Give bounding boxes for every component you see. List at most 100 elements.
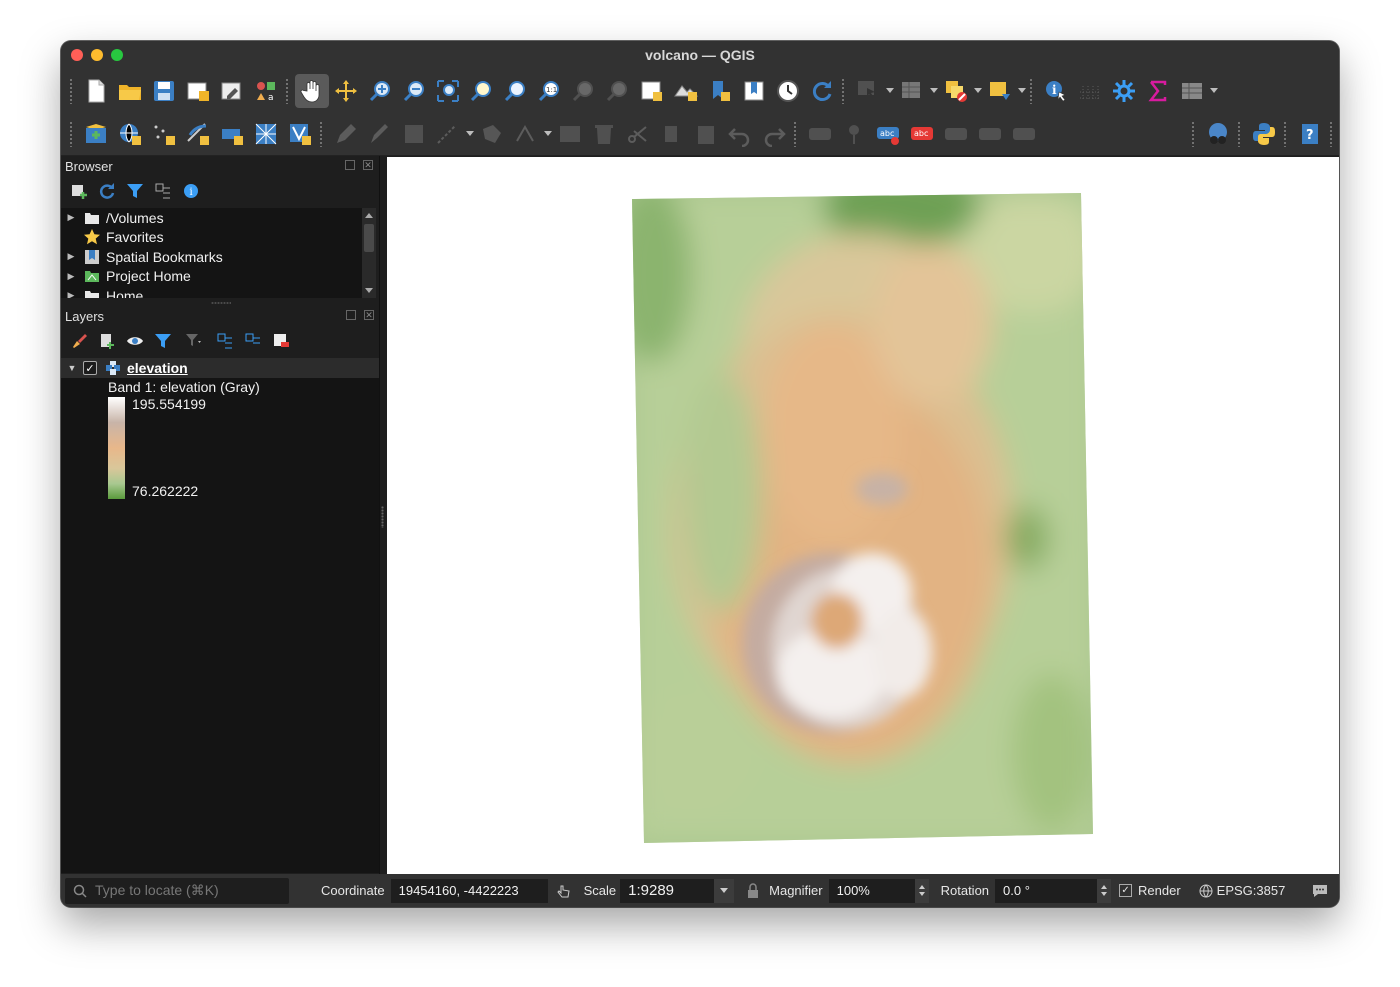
label-toolbar-button[interactable] bbox=[803, 117, 837, 151]
add-delimited-text-button[interactable] bbox=[215, 117, 249, 151]
deselect-features-button[interactable] bbox=[939, 74, 973, 108]
maximize-window-button[interactable] bbox=[111, 49, 123, 61]
digitize-dropdown[interactable] bbox=[465, 117, 475, 151]
help-button[interactable]: ? bbox=[1293, 117, 1327, 151]
add-polygon-feature-button[interactable] bbox=[475, 117, 509, 151]
close-window-button[interactable] bbox=[71, 49, 83, 61]
layer-name[interactable]: elevation bbox=[127, 360, 188, 376]
expand-arrow-icon[interactable]: ▶ bbox=[61, 290, 81, 298]
delete-selected-button[interactable] bbox=[587, 117, 621, 151]
style-manager-button[interactable]: a bbox=[249, 74, 283, 108]
show-layout-button[interactable] bbox=[1175, 74, 1209, 108]
add-group-button[interactable] bbox=[95, 329, 119, 353]
move-label-button[interactable] bbox=[939, 117, 973, 151]
select-by-value-dropdown[interactable] bbox=[1017, 74, 1027, 108]
toolbar-grip[interactable] bbox=[1283, 120, 1287, 147]
manage-map-themes-button[interactable] bbox=[123, 329, 147, 353]
remove-layer-button[interactable] bbox=[269, 329, 293, 353]
save-edits-button[interactable] bbox=[397, 117, 431, 151]
collapse-all-button[interactable] bbox=[151, 179, 175, 203]
browser-scrollbar[interactable] bbox=[362, 208, 376, 298]
layout-manager-button[interactable] bbox=[215, 74, 249, 108]
pin-labels-button[interactable] bbox=[837, 117, 871, 151]
float-panel-button[interactable] bbox=[346, 310, 356, 320]
toolbar-grip[interactable] bbox=[793, 120, 797, 147]
render-checkbox[interactable]: ✓ bbox=[1119, 884, 1133, 897]
messages-icon[interactable] bbox=[1311, 883, 1329, 899]
toolbar-grip[interactable] bbox=[1191, 120, 1195, 147]
globe-crs-icon[interactable] bbox=[1199, 884, 1213, 898]
expand-arrow-icon[interactable]: ▶ bbox=[61, 212, 81, 223]
rotate-label-button[interactable] bbox=[973, 117, 1007, 151]
deselect-dropdown[interactable] bbox=[973, 74, 983, 108]
show-layout-dropdown[interactable] bbox=[1209, 74, 1219, 108]
scroll-up-arrow-icon[interactable] bbox=[365, 213, 373, 218]
scale-dropdown-arrow-icon[interactable] bbox=[714, 878, 735, 903]
close-panel-button[interactable]: ✕ bbox=[363, 160, 373, 170]
properties-button[interactable]: i bbox=[179, 179, 203, 203]
browser-item-spatial-bookmarks[interactable]: ▶ Spatial Bookmarks bbox=[61, 247, 376, 267]
filter-legend-button[interactable] bbox=[151, 329, 175, 353]
magnifier-field[interactable]: 100% bbox=[828, 878, 915, 903]
scrollbar-thumb[interactable] bbox=[364, 224, 374, 252]
toggle-editing-button[interactable] bbox=[363, 117, 397, 151]
toolbar-grip[interactable] bbox=[1029, 77, 1033, 104]
filter-browser-button[interactable] bbox=[123, 179, 147, 203]
expand-arrow-icon[interactable]: ▶ bbox=[61, 271, 81, 282]
open-project-button[interactable] bbox=[113, 74, 147, 108]
current-edits-button[interactable] bbox=[329, 117, 363, 151]
toolbar-grip[interactable] bbox=[319, 120, 323, 147]
toolbar-grip[interactable] bbox=[1237, 120, 1241, 147]
browser-item-home[interactable]: ▶ Home bbox=[61, 286, 376, 298]
new-project-button[interactable] bbox=[79, 74, 113, 108]
show-bookmarks-button[interactable] bbox=[737, 74, 771, 108]
magnifier-spinner[interactable] bbox=[914, 878, 929, 903]
zoom-out-button[interactable] bbox=[397, 74, 431, 108]
new-3d-view-button[interactable] bbox=[669, 74, 703, 108]
new-temporary-layer-button[interactable] bbox=[147, 117, 181, 151]
zoom-native-button[interactable]: 1:1 bbox=[533, 74, 567, 108]
rotation-field[interactable]: 0.0 ° bbox=[995, 878, 1098, 903]
pan-to-selection-button[interactable] bbox=[329, 74, 363, 108]
browser-item-volumes[interactable]: ▶ /Volumes bbox=[61, 208, 376, 228]
new-geopackage-layer-button[interactable] bbox=[113, 117, 147, 151]
refresh-browser-button[interactable] bbox=[95, 179, 119, 203]
select-by-value-button[interactable] bbox=[983, 74, 1017, 108]
select-features-button[interactable] bbox=[851, 74, 885, 108]
zoom-to-layer-button[interactable] bbox=[499, 74, 533, 108]
layer-labeling-button[interactable]: abc bbox=[871, 117, 905, 151]
zoom-to-selection-button[interactable] bbox=[465, 74, 499, 108]
new-bookmark-button[interactable] bbox=[703, 74, 737, 108]
zoom-full-button[interactable] bbox=[431, 74, 465, 108]
measure-button[interactable] bbox=[1073, 74, 1107, 108]
scale-field[interactable]: 1:9289 bbox=[620, 878, 715, 903]
pan-map-button[interactable] bbox=[295, 73, 329, 108]
copy-features-button[interactable] bbox=[655, 117, 689, 151]
zoom-next-button[interactable] bbox=[601, 74, 635, 108]
new-map-view-button[interactable] bbox=[635, 74, 669, 108]
browser-item-project-home[interactable]: ▶ Project Home bbox=[61, 267, 376, 287]
add-mesh-layer-button[interactable] bbox=[249, 117, 283, 151]
processing-toolbox-button[interactable] bbox=[1107, 74, 1141, 108]
collapse-arrow-icon[interactable]: ▼ bbox=[61, 363, 83, 373]
undo-button[interactable] bbox=[723, 117, 757, 151]
osm-plugin-button[interactable] bbox=[1201, 117, 1235, 151]
dock-splitter[interactable] bbox=[381, 506, 384, 528]
highlight-labels-button[interactable]: abc bbox=[905, 117, 939, 151]
minimize-window-button[interactable] bbox=[91, 49, 103, 61]
float-panel-button[interactable] bbox=[345, 160, 355, 170]
statistics-button[interactable] bbox=[1141, 74, 1175, 108]
close-panel-button[interactable]: ✕ bbox=[364, 310, 374, 320]
vertex-tool-dropdown[interactable] bbox=[543, 117, 553, 151]
zoom-in-button[interactable] bbox=[363, 74, 397, 108]
open-layer-styling-button[interactable] bbox=[67, 329, 91, 353]
attribute-table-dropdown[interactable] bbox=[929, 74, 939, 108]
toolbar-grip[interactable] bbox=[1329, 120, 1333, 147]
refresh-button[interactable] bbox=[805, 74, 839, 108]
python-console-button[interactable] bbox=[1247, 117, 1281, 151]
identify-features-button[interactable]: i bbox=[1039, 74, 1073, 108]
add-vector-tile-button[interactable] bbox=[283, 117, 317, 151]
new-virtual-layer-button[interactable] bbox=[181, 117, 215, 151]
temporal-controller-button[interactable] bbox=[771, 74, 805, 108]
layer-row-elevation[interactable]: ▼ ✓ elevation bbox=[61, 358, 379, 378]
